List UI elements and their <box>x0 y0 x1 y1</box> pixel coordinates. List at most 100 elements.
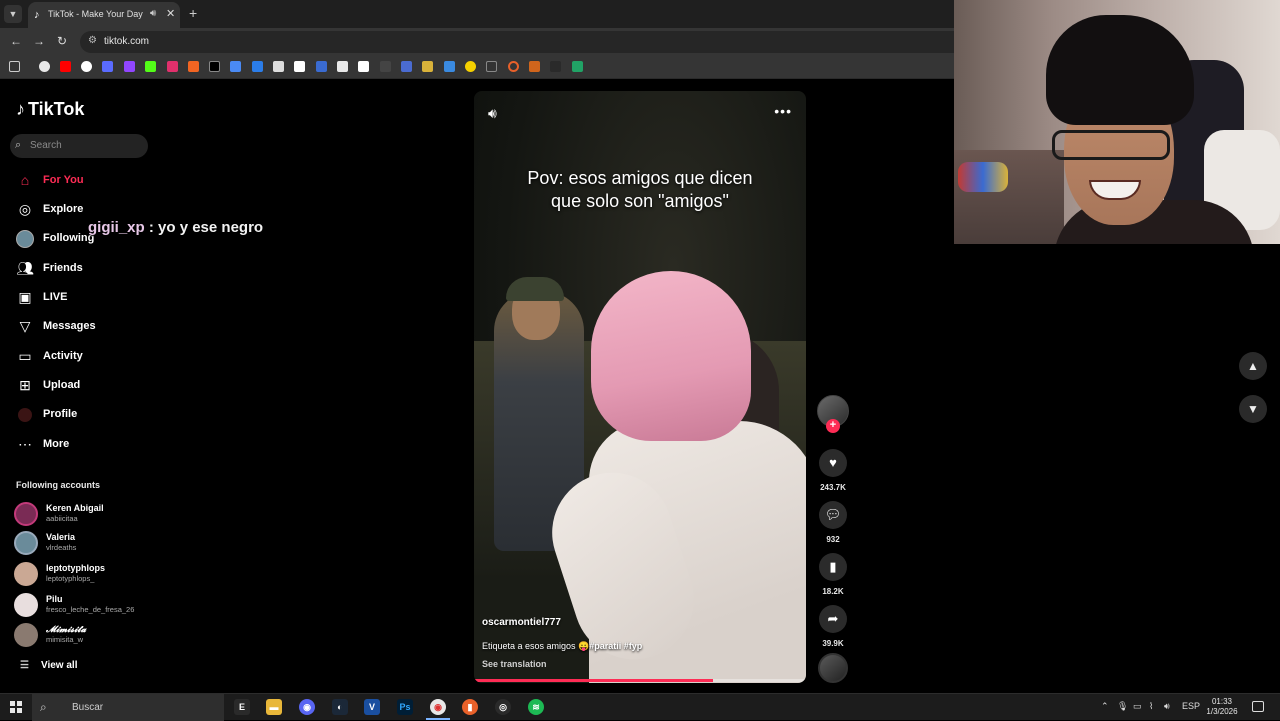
tab-audio-icon[interactable]: 🔊︎ <box>150 8 156 19</box>
microphone-icon[interactable]: 🎙︎ <box>1117 701 1128 712</box>
discord-icon[interactable]: ◉ <box>299 699 315 715</box>
bookmark-youtube-icon[interactable] <box>60 61 71 72</box>
avatar <box>14 623 38 647</box>
bookmark-icon[interactable] <box>486 61 497 72</box>
sidebar-item-for-you[interactable]: ⌂ For You <box>16 171 156 191</box>
bookmark-icon[interactable] <box>422 61 433 72</box>
notification-icon[interactable] <box>1252 701 1264 712</box>
steam-icon[interactable]: ◐ <box>332 699 348 715</box>
following-account[interactable]: Valeria vlrdeaths <box>14 530 154 556</box>
bookmark-translate-icon[interactable] <box>230 61 241 72</box>
sidebar-item-upload[interactable]: ⊞ Upload <box>16 376 156 396</box>
see-translation-link[interactable]: See translation <box>482 659 547 669</box>
account-handle: leptotyphlops_ <box>46 574 95 583</box>
fl-studio-icon[interactable]: ▮ <box>462 699 478 715</box>
network-icon[interactable]: ⌇ <box>1149 701 1153 712</box>
bookmark-icon[interactable] <box>337 61 348 72</box>
file-explorer-icon[interactable]: ▬ <box>266 699 282 715</box>
browser-tab-tiktok[interactable]: ♪ TikTok - Make Your Day 🔊︎ ✕ <box>28 2 180 28</box>
account-handle: mimisita_w <box>46 635 84 644</box>
reload-icon[interactable]: ↻ <box>57 34 67 48</box>
list-icon: ☰ <box>20 660 29 671</box>
tab-search-dropdown-icon[interactable]: ▼ <box>4 5 22 23</box>
bookmark-sheets-icon[interactable] <box>572 61 583 72</box>
site-info-icon[interactable]: ⚙ <box>88 35 97 46</box>
share-button[interactable]: ➦ 39.9K <box>814 605 852 648</box>
sidebar-item-live[interactable]: ▣ LIVE <box>16 288 156 308</box>
bookmark-icon[interactable] <box>550 61 561 72</box>
bookmark-twitch-icon[interactable] <box>124 61 135 72</box>
photoshop-icon[interactable]: Ps <box>397 699 413 715</box>
bookmark-icon[interactable] <box>508 61 519 72</box>
tiktok-logo[interactable]: ♪ TikTok <box>16 99 84 120</box>
sidebar-item-profile[interactable]: Profile <box>16 405 156 425</box>
bookmark-icon[interactable] <box>252 61 263 72</box>
language-indicator[interactable]: ESP <box>1182 701 1200 711</box>
sidebar-item-activity[interactable]: ▭ Activity <box>16 347 156 367</box>
obs-icon[interactable]: ◎ <box>495 699 511 715</box>
video-player[interactable]: Pov: esos amigos que dicen que solo son … <box>474 91 806 683</box>
account-name: Keren Abigail <box>46 503 104 513</box>
bookmark-kick-icon[interactable] <box>145 61 156 72</box>
bookmark-icon[interactable] <box>401 61 412 72</box>
comment-button[interactable]: 💬︎ 932 <box>814 501 852 544</box>
sidebar-item-explore[interactable]: ◎ Explore <box>16 200 156 220</box>
search-icon: ⌕ <box>40 700 47 714</box>
back-arrow-icon[interactable]: ← <box>10 34 22 48</box>
speaker-icon[interactable]: 🔊︎ <box>1164 701 1170 712</box>
bookmark-instagram-icon[interactable] <box>167 61 178 72</box>
volume-icon[interactable]: 🔊︎ <box>488 105 497 122</box>
vegas-icon[interactable]: V <box>364 699 380 715</box>
bookmark-icon[interactable] <box>294 61 305 72</box>
following-account[interactable]: Keren Abigail aabiicitaa <box>14 501 154 527</box>
search-input[interactable]: ⌕ Search <box>10 134 148 158</box>
bookmark-icon[interactable] <box>465 61 476 72</box>
chevron-down-icon: ▼ <box>1247 402 1259 416</box>
address-bar[interactable]: ⚙ tiktok.com <box>80 31 954 53</box>
taskbar-search-input[interactable]: ⌕ Buscar <box>32 694 224 721</box>
bookmark-notion-icon[interactable] <box>358 61 369 72</box>
system-clock[interactable]: 01:33 1/3/2026 <box>1204 697 1240 717</box>
following-account[interactable]: leptotyphlops leptotyphlops_ <box>14 561 154 587</box>
tab-close-icon[interactable]: ✕ <box>166 7 175 20</box>
bookmark-icon[interactable] <box>380 61 391 72</box>
epic-games-icon[interactable]: E <box>234 699 250 715</box>
video-description: Etiqueta a esos amigos 😛#paratii #fyp <box>482 641 642 652</box>
video-author[interactable]: oscarmontiel777 <box>482 617 561 628</box>
video-hashtags[interactable]: #paratii #fyp <box>589 641 642 651</box>
previous-video-button[interactable]: ▲ <box>1239 352 1267 380</box>
bookmark-icon[interactable] <box>529 61 540 72</box>
display-icon[interactable]: ▭ <box>1133 701 1142 712</box>
video-progress-bar[interactable] <box>474 679 806 682</box>
avatar <box>14 531 38 555</box>
bookmark-x-icon[interactable] <box>209 61 220 72</box>
following-account[interactable]: Pilu fresco_leche_de_fresa_26 <box>14 592 154 618</box>
sidebar-item-more[interactable]: ⋯ More <box>16 435 156 455</box>
view-all-button[interactable]: ☰ View all <box>20 660 77 671</box>
sidebar-item-friends[interactable]: 👥︎ Friends <box>16 259 156 279</box>
save-button[interactable]: ▮ 18.2K <box>814 553 852 596</box>
apps-grid-icon[interactable] <box>9 61 20 72</box>
search-placeholder: Search <box>30 140 62 151</box>
bookmark-icon[interactable] <box>81 61 92 72</box>
chrome-icon[interactable]: ◉ <box>426 699 450 720</box>
more-dots-icon: ⋯ <box>18 436 32 452</box>
bookmark-icon[interactable] <box>102 61 113 72</box>
sidebar-item-messages[interactable]: ▽ Messages <box>16 317 156 337</box>
tray-chevron-up-icon[interactable]: ⌃ <box>1101 701 1109 712</box>
new-tab-button[interactable]: + <box>189 5 197 21</box>
following-account[interactable]: 𝓜𝓲𝓶𝓲𝓼𝓲𝓽𝓪 mimisita_w <box>14 622 154 648</box>
like-button[interactable]: ♥ 243.7K <box>814 449 852 492</box>
bookmark-icon[interactable] <box>273 61 284 72</box>
windows-start-icon[interactable] <box>10 701 22 713</box>
bookmark-google-icon[interactable] <box>39 61 50 72</box>
more-options-icon[interactable]: ••• <box>774 103 792 119</box>
bookmark-icon[interactable] <box>444 61 455 72</box>
bookmark-icon[interactable] <box>316 61 327 72</box>
bookmark-icon[interactable] <box>188 61 199 72</box>
music-disc-icon[interactable] <box>818 653 848 683</box>
next-video-button[interactable]: ▼ <box>1239 395 1267 423</box>
spotify-icon[interactable]: ≋ <box>528 699 544 715</box>
forward-arrow-icon[interactable]: → <box>33 34 45 48</box>
follow-plus-icon[interactable]: + <box>826 419 840 433</box>
